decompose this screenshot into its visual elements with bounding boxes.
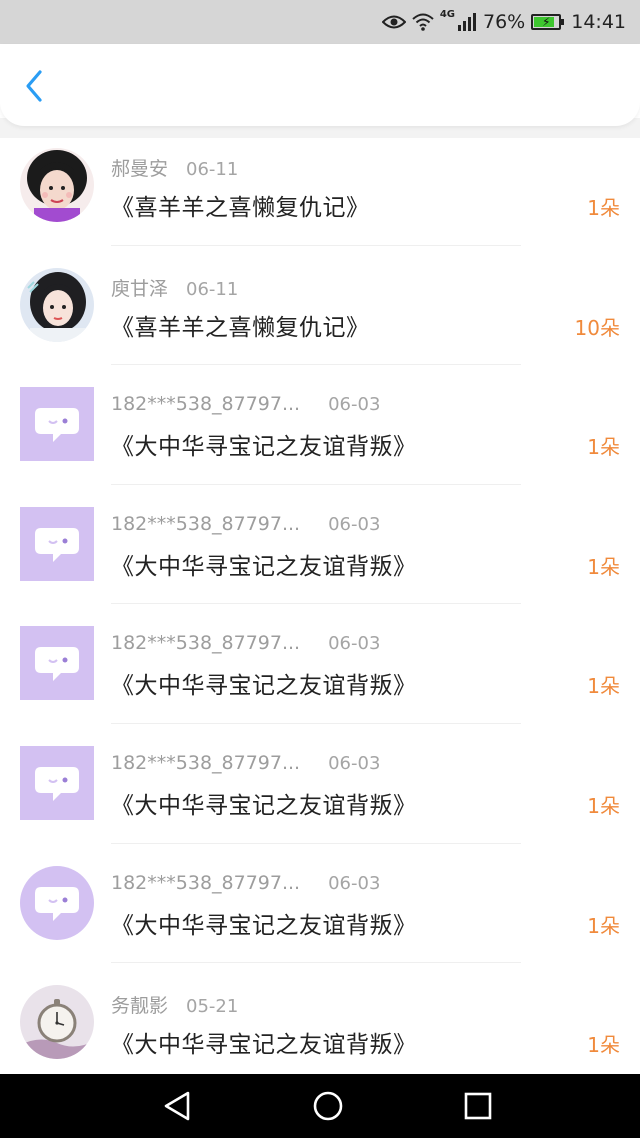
list-item[interactable]: 182***538_87797... 06-03 《大中华寻宝记之友谊背叛》 1朵 — [0, 724, 640, 844]
sender-line: 182***538_87797... 06-03 — [111, 872, 380, 894]
send-date: 06-03 — [328, 394, 381, 416]
system-nav-bar — [0, 1074, 640, 1138]
recents-square-icon[interactable] — [464, 1092, 492, 1120]
book-title: 《大中华寻宝记之友谊背叛》 — [111, 673, 417, 700]
back-button[interactable] — [18, 66, 54, 106]
avatar[interactable] — [20, 267, 94, 342]
avatar[interactable] — [20, 148, 94, 222]
list-item[interactable]: 182***538_87797... 06-03 《大中华寻宝记之友谊背叛》 1朵 — [0, 365, 640, 485]
flower-count: 1朵 — [587, 196, 620, 220]
avatar[interactable] — [20, 865, 94, 940]
send-date: 06-03 — [328, 513, 381, 535]
send-date: 06-11 — [186, 278, 239, 300]
flower-count: 1朵 — [587, 674, 620, 699]
list-item[interactable]: 庾甘泽 06-11 《喜羊羊之喜懒复仇记》 10朵 — [0, 246, 640, 366]
back-triangle-icon[interactable] — [162, 1090, 192, 1122]
flower-count: 1朵 — [587, 554, 620, 579]
book-title: 《喜羊羊之喜懒复仇记》 — [111, 314, 370, 341]
send-date: 06-03 — [328, 633, 381, 655]
status-time: 14:41 — [571, 11, 626, 33]
sender-line: 182***538_87797... 06-03 — [111, 632, 380, 654]
book-title: 《大中华寻宝记之友谊背叛》 — [111, 1032, 417, 1059]
avatar[interactable] — [20, 626, 94, 701]
book-title: 《大中华寻宝记之友谊背叛》 — [111, 912, 417, 939]
signal-icon — [457, 13, 477, 31]
sender-name: 182***538_87797... — [111, 512, 301, 535]
flower-count: 1朵 — [587, 1033, 620, 1058]
list-item[interactable]: 182***538_87797... 06-03 《大中华寻宝记之友谊背叛》 1朵 — [0, 844, 640, 964]
sender-line: 182***538_87797... 06-03 — [111, 393, 380, 415]
sender-line: 庾甘泽 06-11 — [111, 274, 238, 301]
avatar[interactable] — [20, 985, 94, 1060]
avatar[interactable] — [20, 745, 94, 820]
send-date: 06-03 — [328, 872, 381, 894]
sender-name: 182***538_87797... — [111, 393, 301, 416]
book-title: 《喜羊羊之喜懒复仇记》 — [111, 195, 370, 221]
eye-icon — [381, 14, 406, 30]
chat-bubble-icon — [35, 527, 79, 562]
sender-line: 182***538_87797... 06-03 — [111, 513, 380, 535]
avatar[interactable] — [20, 506, 94, 581]
list-item[interactable]: 务靓影 05-21 《大中华寻宝记之友谊背叛》 1朵 — [0, 963, 640, 1074]
battery-icon: ⚡ — [531, 14, 565, 30]
sender-name: 182***538_87797... — [111, 871, 301, 894]
sender-name: 182***538_87797... — [111, 632, 301, 655]
send-date: 05-21 — [186, 996, 239, 1018]
sender-name: 务靓影 — [111, 995, 169, 1018]
book-title: 《大中华寻宝记之友谊背叛》 — [111, 434, 417, 461]
send-date: 06-03 — [328, 752, 381, 774]
list-item[interactable]: 182***538_87797... 06-03 《大中华寻宝记之友谊背叛》 1朵 — [0, 485, 640, 605]
gift-list: 郝曼安 06-11 《喜羊羊之喜懒复仇记》 1朵 庾甘泽 06-11 《喜羊羊之喜懒… — [0, 126, 640, 1074]
sender-name: 182***538_87797... — [111, 751, 301, 774]
home-circle-icon[interactable] — [312, 1090, 344, 1122]
sender-line: 182***538_87797... 06-03 — [111, 752, 380, 774]
sender-name: 庾甘泽 — [111, 277, 169, 300]
list-item[interactable]: 郝曼安 06-11 《喜羊羊之喜懒复仇记》 1朵 — [0, 126, 640, 246]
header — [0, 44, 640, 126]
flower-count: 1朵 — [587, 793, 620, 818]
battery-percent: 76% — [483, 11, 526, 33]
avatar[interactable] — [20, 387, 94, 462]
network-type: 4G — [439, 8, 455, 20]
chat-bubble-icon — [35, 886, 79, 921]
wifi-icon — [412, 13, 434, 31]
flower-count: 1朵 — [587, 435, 620, 460]
chat-bubble-icon — [35, 408, 79, 443]
sender-name: 郝曼安 — [111, 158, 169, 180]
chevron-left-icon — [26, 70, 42, 102]
status-icons: 4G 76% ⚡ 14:41 — [381, 0, 626, 44]
sender-line: 务靓影 05-21 — [111, 991, 238, 1018]
chat-bubble-icon — [35, 766, 79, 801]
flower-count: 10朵 — [574, 315, 620, 340]
status-bar: 4G 76% ⚡ 14:41 — [0, 0, 640, 44]
sender-line: 郝曼安 06-11 — [111, 154, 238, 181]
flower-count: 1朵 — [587, 913, 620, 938]
book-title: 《大中华寻宝记之友谊背叛》 — [111, 553, 417, 580]
list-item[interactable]: 182***538_87797... 06-03 《大中华寻宝记之友谊背叛》 1朵 — [0, 604, 640, 724]
chat-bubble-icon — [35, 647, 79, 682]
pocket-watch-icon — [20, 985, 94, 1060]
send-date: 06-11 — [186, 159, 239, 180]
book-title: 《大中华寻宝记之友谊背叛》 — [111, 792, 417, 819]
